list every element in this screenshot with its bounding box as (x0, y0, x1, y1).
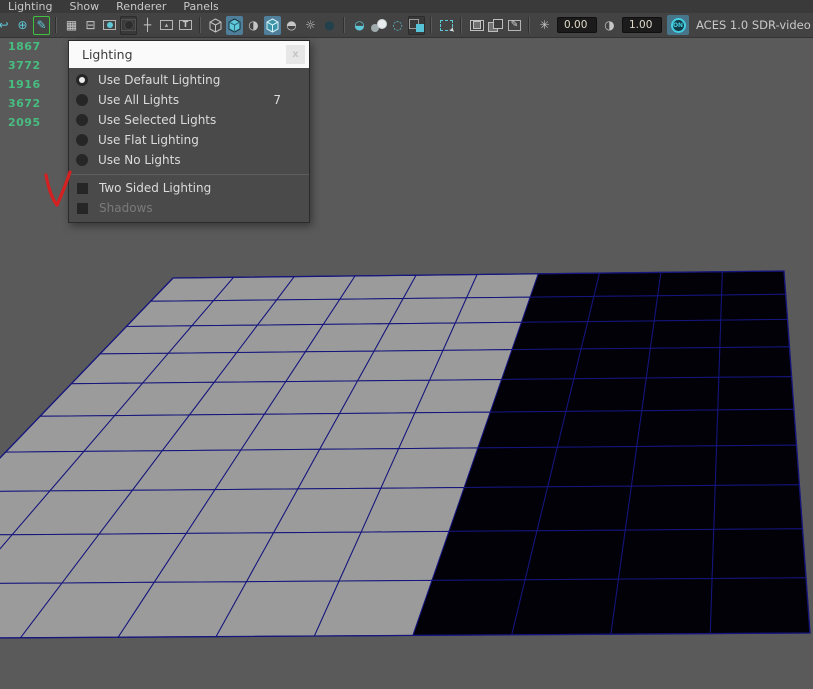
toolbar-separator (198, 17, 203, 33)
close-icon[interactable]: x (286, 45, 305, 64)
zoom-track-tool-icon[interactable]: ⊕ (14, 16, 31, 35)
use-default-material-icon[interactable] (264, 16, 281, 35)
gate-mask-icon[interactable] (120, 16, 137, 35)
safe-title-icon[interactable] (177, 16, 194, 35)
radio-icon[interactable] (76, 154, 88, 166)
poly-count-value: 2095 (8, 113, 41, 132)
menu-item-label: Use Default Lighting (98, 73, 220, 87)
menu-item-label: Use Selected Lights (98, 113, 216, 127)
radio-icon[interactable] (76, 134, 88, 146)
gamma-field[interactable]: 1.00 (622, 17, 662, 33)
menu-item-two-sided-lighting[interactable]: Two Sided Lighting (69, 178, 309, 198)
resolution-gate-icon[interactable] (101, 16, 118, 35)
menu-item-use-flat-lighting[interactable]: Use Flat Lighting (69, 130, 309, 150)
menu-item-use-all-lights[interactable]: Use All Lights 7 (69, 90, 309, 110)
wireframe-on-shaded-icon[interactable]: ◓ (283, 16, 300, 35)
menu-item-hotkey: 7 (273, 93, 281, 107)
menu-renderer[interactable]: Renderer (116, 0, 166, 13)
color-management-toggle[interactable]: ON (667, 15, 689, 35)
menu-item-label: Use Flat Lighting (98, 133, 199, 147)
wireframe-mode-icon[interactable] (207, 16, 224, 35)
exposure-icon[interactable]: ✳ (536, 16, 553, 35)
lighting-dropdown-header[interactable]: Lighting x (69, 41, 309, 68)
toolbar-separator (527, 17, 532, 33)
menu-item-shadows: Shadows (69, 198, 309, 218)
menu-item-label: Two Sided Lighting (99, 181, 211, 195)
toolbar-separator (459, 17, 464, 33)
image-plane-icon[interactable] (468, 16, 485, 35)
menu-item-use-default-lighting[interactable]: Use Default Lighting (69, 70, 309, 90)
grease-pencil-icon[interactable] (506, 16, 523, 35)
poly-count-value: 1916 (8, 75, 41, 94)
layers-icon[interactable] (487, 16, 504, 35)
motion-blur-icon[interactable] (370, 16, 387, 35)
menu-item-label: Shadows (99, 201, 153, 215)
field-chart-icon[interactable]: ┼ (139, 16, 156, 35)
isolate-select-icon[interactable] (438, 16, 455, 35)
menu-separator (69, 174, 309, 175)
menu-item-use-selected-lights[interactable]: Use Selected Lights (69, 110, 309, 130)
shaded-mode-icon[interactable] (226, 16, 243, 35)
pick-tool-icon[interactable]: ↩ (0, 16, 12, 35)
poly-count-hud: 18673772191636722095 (8, 37, 41, 132)
lighting-dropdown-title: Lighting (82, 47, 133, 62)
radio-icon[interactable] (76, 114, 88, 126)
grid-toggle-icon[interactable]: ▦ (63, 16, 80, 35)
menu-lighting[interactable]: Lighting (8, 0, 52, 13)
toolbar-separator (342, 17, 347, 33)
checkbox-icon[interactable] (77, 183, 88, 194)
multisample-aa-icon[interactable] (408, 16, 425, 35)
film-gate-icon[interactable]: ⊟ (82, 16, 99, 35)
textured-mode-icon[interactable]: ◑ (245, 16, 262, 35)
default-lighting-icon[interactable]: ☼ (302, 16, 319, 35)
contrast-icon[interactable]: ◑ (601, 16, 618, 35)
radio-icon[interactable] (76, 94, 88, 106)
shadows-toggle-icon[interactable]: ● (321, 16, 338, 35)
dof-icon[interactable]: ◌ (389, 16, 406, 35)
poly-count-value: 3772 (8, 56, 41, 75)
toolbar-separator (54, 17, 59, 33)
menu-panels[interactable]: Panels (183, 0, 218, 13)
safe-action-icon[interactable] (158, 16, 175, 35)
view-transform-label[interactable]: ACES 1.0 SDR-video (sRGB) (696, 18, 813, 32)
panel-menubar: Lighting Show Renderer Panels (0, 0, 813, 13)
lighting-dropdown: Lighting x Use Default Lighting Use All L… (68, 40, 310, 223)
pencil-tool-icon[interactable]: ✎ (33, 16, 50, 35)
checkbox-icon (77, 203, 88, 214)
menu-item-label: Use No Lights (98, 153, 181, 167)
exposure-field[interactable]: 0.00 (557, 17, 597, 33)
lighting-dropdown-body: Use Default Lighting Use All Lights 7 Use S… (69, 68, 309, 222)
ssao-icon[interactable]: ◒ (351, 16, 368, 35)
poly-count-value: 1867 (8, 37, 41, 56)
radio-selected-icon[interactable] (76, 74, 88, 86)
panel-bars: Lighting Show Renderer Panels ↩⊕✎ ▦⊟ ┼ ◑ ◓☼● ◒ ◌ ✳… (0, 0, 813, 38)
menu-item-label: Use All Lights (98, 93, 179, 107)
poly-count-value: 3672 (8, 94, 41, 113)
toolbar-separator (429, 17, 434, 33)
menu-show[interactable]: Show (69, 0, 99, 13)
maya-viewport-panel: 18673772191636722095 Lighting Show Rendere… (0, 0, 813, 689)
panel-toolbar: ↩⊕✎▦⊟┼◑◓☼●◒◌✳0.00◑1.00ONACES 1.0 SDR-vid… (0, 13, 813, 38)
menu-item-use-no-lights[interactable]: Use No Lights (69, 150, 309, 170)
